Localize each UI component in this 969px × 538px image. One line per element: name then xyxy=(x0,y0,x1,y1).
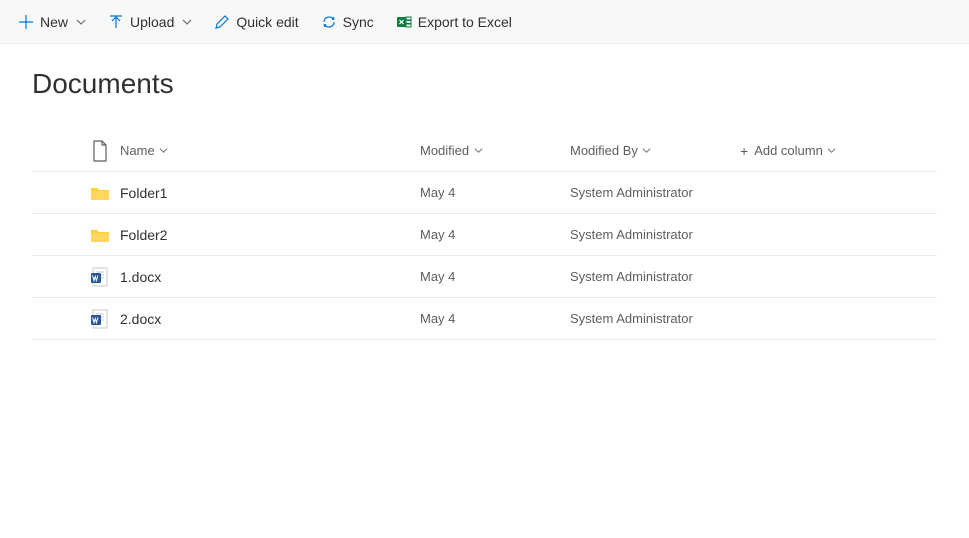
column-modifiedby-header[interactable]: Modified By xyxy=(570,143,652,158)
column-modified-label: Modified xyxy=(420,143,469,158)
excel-icon xyxy=(396,14,412,30)
column-name-label: Name xyxy=(120,143,155,158)
chevron-down-icon xyxy=(76,17,86,27)
plus-icon: + xyxy=(740,143,748,159)
column-header-row: Name Modified Modified By xyxy=(32,130,937,172)
list-row[interactable]: 1.docx May 4 System Administrator xyxy=(32,256,937,298)
quick-edit-label: Quick edit xyxy=(236,14,298,30)
add-column-button[interactable]: + Add column xyxy=(740,143,837,159)
column-modified-header[interactable]: Modified xyxy=(420,143,483,158)
row-modifiedby[interactable]: System Administrator xyxy=(570,227,693,242)
page-title: Documents xyxy=(0,44,969,130)
quick-edit-button[interactable]: Quick edit xyxy=(204,8,308,36)
row-name[interactable]: 2.docx xyxy=(120,311,161,327)
folder-icon xyxy=(90,185,110,201)
row-icon-cell xyxy=(80,185,120,201)
column-type-header[interactable] xyxy=(80,140,120,162)
chevron-down-icon xyxy=(473,146,483,156)
column-name-header[interactable]: Name xyxy=(120,143,169,158)
export-excel-label: Export to Excel xyxy=(418,14,512,30)
folder-icon xyxy=(90,227,110,243)
row-icon-cell xyxy=(80,309,120,329)
row-modified: May 4 xyxy=(420,185,455,200)
row-icon-cell xyxy=(80,227,120,243)
row-icon-cell xyxy=(80,267,120,287)
row-name[interactable]: Folder1 xyxy=(120,185,167,201)
list-row[interactable]: 2.docx May 4 System Administrator xyxy=(32,298,937,340)
chevron-down-icon xyxy=(182,17,192,27)
sync-label: Sync xyxy=(343,14,374,30)
chevron-down-icon xyxy=(827,146,837,156)
plus-icon xyxy=(18,14,34,30)
row-modifiedby[interactable]: System Administrator xyxy=(570,311,693,326)
export-excel-button[interactable]: Export to Excel xyxy=(386,8,522,36)
sync-icon xyxy=(321,14,337,30)
upload-button[interactable]: Upload xyxy=(98,8,202,36)
word-doc-icon xyxy=(91,309,109,329)
add-column-label: Add column xyxy=(754,143,823,158)
document-list: Name Modified Modified By xyxy=(0,130,969,340)
row-modifiedby[interactable]: System Administrator xyxy=(570,185,693,200)
upload-label: Upload xyxy=(130,14,174,30)
row-modifiedby[interactable]: System Administrator xyxy=(570,269,693,284)
word-doc-icon xyxy=(91,267,109,287)
row-name[interactable]: Folder2 xyxy=(120,227,167,243)
list-row[interactable]: Folder1 May 4 System Administrator xyxy=(32,172,937,214)
new-button[interactable]: New xyxy=(8,8,96,36)
chevron-down-icon xyxy=(642,146,652,156)
row-modified: May 4 xyxy=(420,227,455,242)
new-label: New xyxy=(40,14,68,30)
list-row[interactable]: Folder2 May 4 System Administrator xyxy=(32,214,937,256)
command-bar: New Upload Quick edit Sync xyxy=(0,0,969,44)
file-icon xyxy=(91,140,109,162)
upload-icon xyxy=(108,14,124,30)
row-modified: May 4 xyxy=(420,269,455,284)
chevron-down-icon xyxy=(159,146,169,156)
column-modifiedby-label: Modified By xyxy=(570,143,638,158)
pencil-icon xyxy=(214,14,230,30)
sync-button[interactable]: Sync xyxy=(311,8,384,36)
row-name[interactable]: 1.docx xyxy=(120,269,161,285)
row-modified: May 4 xyxy=(420,311,455,326)
